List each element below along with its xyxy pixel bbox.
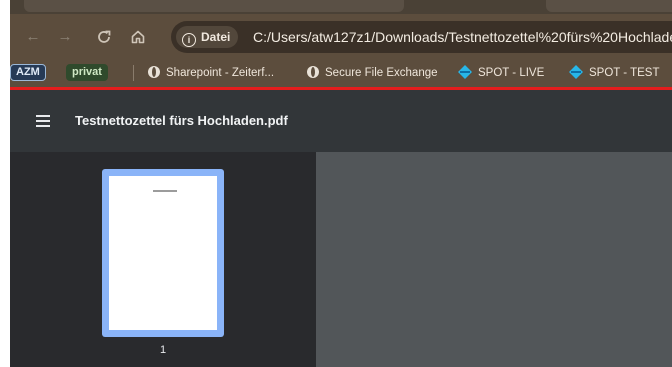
bookmarks-divider <box>133 65 134 81</box>
thumbnail-page-number: 1 <box>159 344 167 356</box>
bookmark-spot-live[interactable]: SPOT - LIVE <box>458 64 544 82</box>
hamburger-menu-icon[interactable] <box>36 115 50 127</box>
browser-window: ← → i Datei C:/Users/atw127z1/Downloads/T… <box>10 0 672 367</box>
globe-icon <box>148 66 160 78</box>
globe-icon <box>307 66 319 78</box>
site-info-label: Datei <box>201 30 231 44</box>
bookmark-spot-test[interactable]: SPOT - TEST <box>569 64 660 82</box>
site-info-chip[interactable]: i Datei <box>176 26 239 48</box>
address-bar[interactable]: i Datei C:/Users/atw127z1/Downloads/Testn… <box>171 21 672 53</box>
bookmark-sharepoint[interactable]: Sharepoint - Zeiterf... <box>148 64 274 82</box>
info-icon: i <box>182 33 196 47</box>
bookmark-label: Secure File Exchange <box>325 67 438 79</box>
pdf-viewer-area[interactable] <box>316 152 672 367</box>
tab-strip <box>10 0 672 14</box>
thumbnail-sidebar: 1 <box>10 152 316 367</box>
forward-arrow-icon[interactable]: → <box>55 27 75 47</box>
spot-logo-icon <box>458 65 472 79</box>
spot-logo-icon <box>569 65 583 79</box>
thumbnail-text-line <box>153 190 177 192</box>
browser-toolbar: ← → i Datei C:/Users/atw127z1/Downloads/T… <box>10 14 672 60</box>
home-icon[interactable] <box>128 27 148 47</box>
bookmarks-bar: AZM privat Sharepoint - Zeiterf... Secur… <box>10 60 672 87</box>
bookmark-folder-privat[interactable]: privat <box>66 64 108 81</box>
url-text[interactable]: C:/Users/atw127z1/Downloads/Testnettozet… <box>253 21 672 53</box>
bookmark-secure-file-exchange[interactable]: Secure File Exchange <box>307 64 438 82</box>
page-thumbnail[interactable] <box>102 169 224 337</box>
back-arrow-icon[interactable]: ← <box>23 27 43 47</box>
bookmark-label: Sharepoint - Zeiterf... <box>166 67 275 79</box>
bookmark-folder-azm[interactable]: AZM <box>10 64 46 81</box>
pdf-title: Testnettozettel fürs Hochladen.pdf <box>75 113 288 128</box>
tab-strip-edge <box>546 0 672 12</box>
bookmark-label: SPOT - LIVE <box>478 67 545 79</box>
pdf-toolbar: Testnettozettel fürs Hochladen.pdf <box>10 90 672 152</box>
bookmark-label: SPOT - TEST <box>589 67 660 79</box>
active-tab[interactable] <box>24 0 404 12</box>
thumbnail-page <box>109 176 217 330</box>
reload-icon[interactable] <box>94 27 114 47</box>
